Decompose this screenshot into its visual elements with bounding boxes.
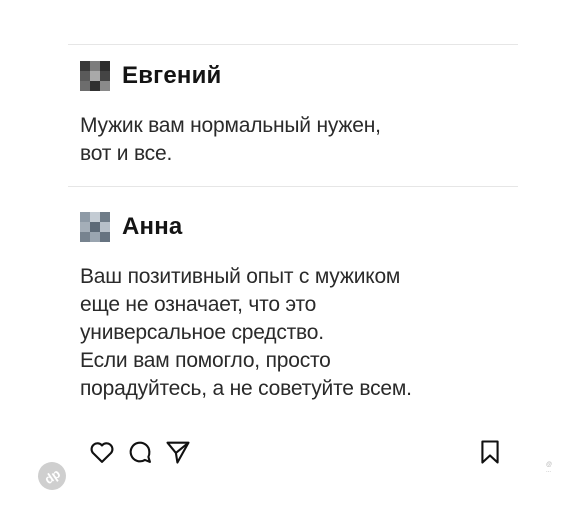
author-name[interactable]: Евгений [122, 62, 222, 90]
send-icon[interactable] [164, 438, 192, 466]
comment-evgeny: Евгений Мужик вам нормальный нужен, вот … [80, 58, 510, 168]
watermark-logo: dp [32, 456, 72, 496]
comment-line: Если вам помогло, просто [80, 349, 331, 372]
post-actions [88, 438, 508, 468]
comment-text: Мужик вам нормальный нужен, вот и все. [80, 112, 510, 168]
comment-header: Евгений [80, 58, 510, 94]
avatar[interactable] [80, 61, 110, 91]
comment-bubble-icon[interactable] [126, 438, 154, 466]
comment-line: еще не означает, что это [80, 293, 317, 316]
comment-text: Ваш позитивный опыт с мужиком еще не озн… [80, 263, 510, 403]
author-name[interactable]: Анна [122, 213, 182, 241]
comment-line: Ваш позитивный опыт с мужиком [80, 265, 401, 288]
heart-icon[interactable] [88, 438, 116, 466]
corner-mark: @ ... [546, 462, 553, 474]
bookmark-icon[interactable] [476, 438, 504, 466]
comment-line: вот и все. [80, 142, 173, 165]
comment-divider [68, 186, 518, 187]
top-divider [68, 44, 518, 45]
watermark-text: dp [41, 465, 63, 487]
comment-line: Мужик вам нормальный нужен, [80, 114, 381, 137]
comment-anna: Анна Ваш позитивный опыт с мужиком еще н… [80, 209, 510, 403]
post-card: Евгений Мужик вам нормальный нужен, вот … [68, 42, 552, 482]
comment-line: универсальное средство. [80, 321, 324, 344]
avatar[interactable] [80, 212, 110, 242]
comment-header: Анна [80, 209, 510, 245]
comment-line: порадуйтесь, а не советуйте всем. [80, 377, 412, 400]
